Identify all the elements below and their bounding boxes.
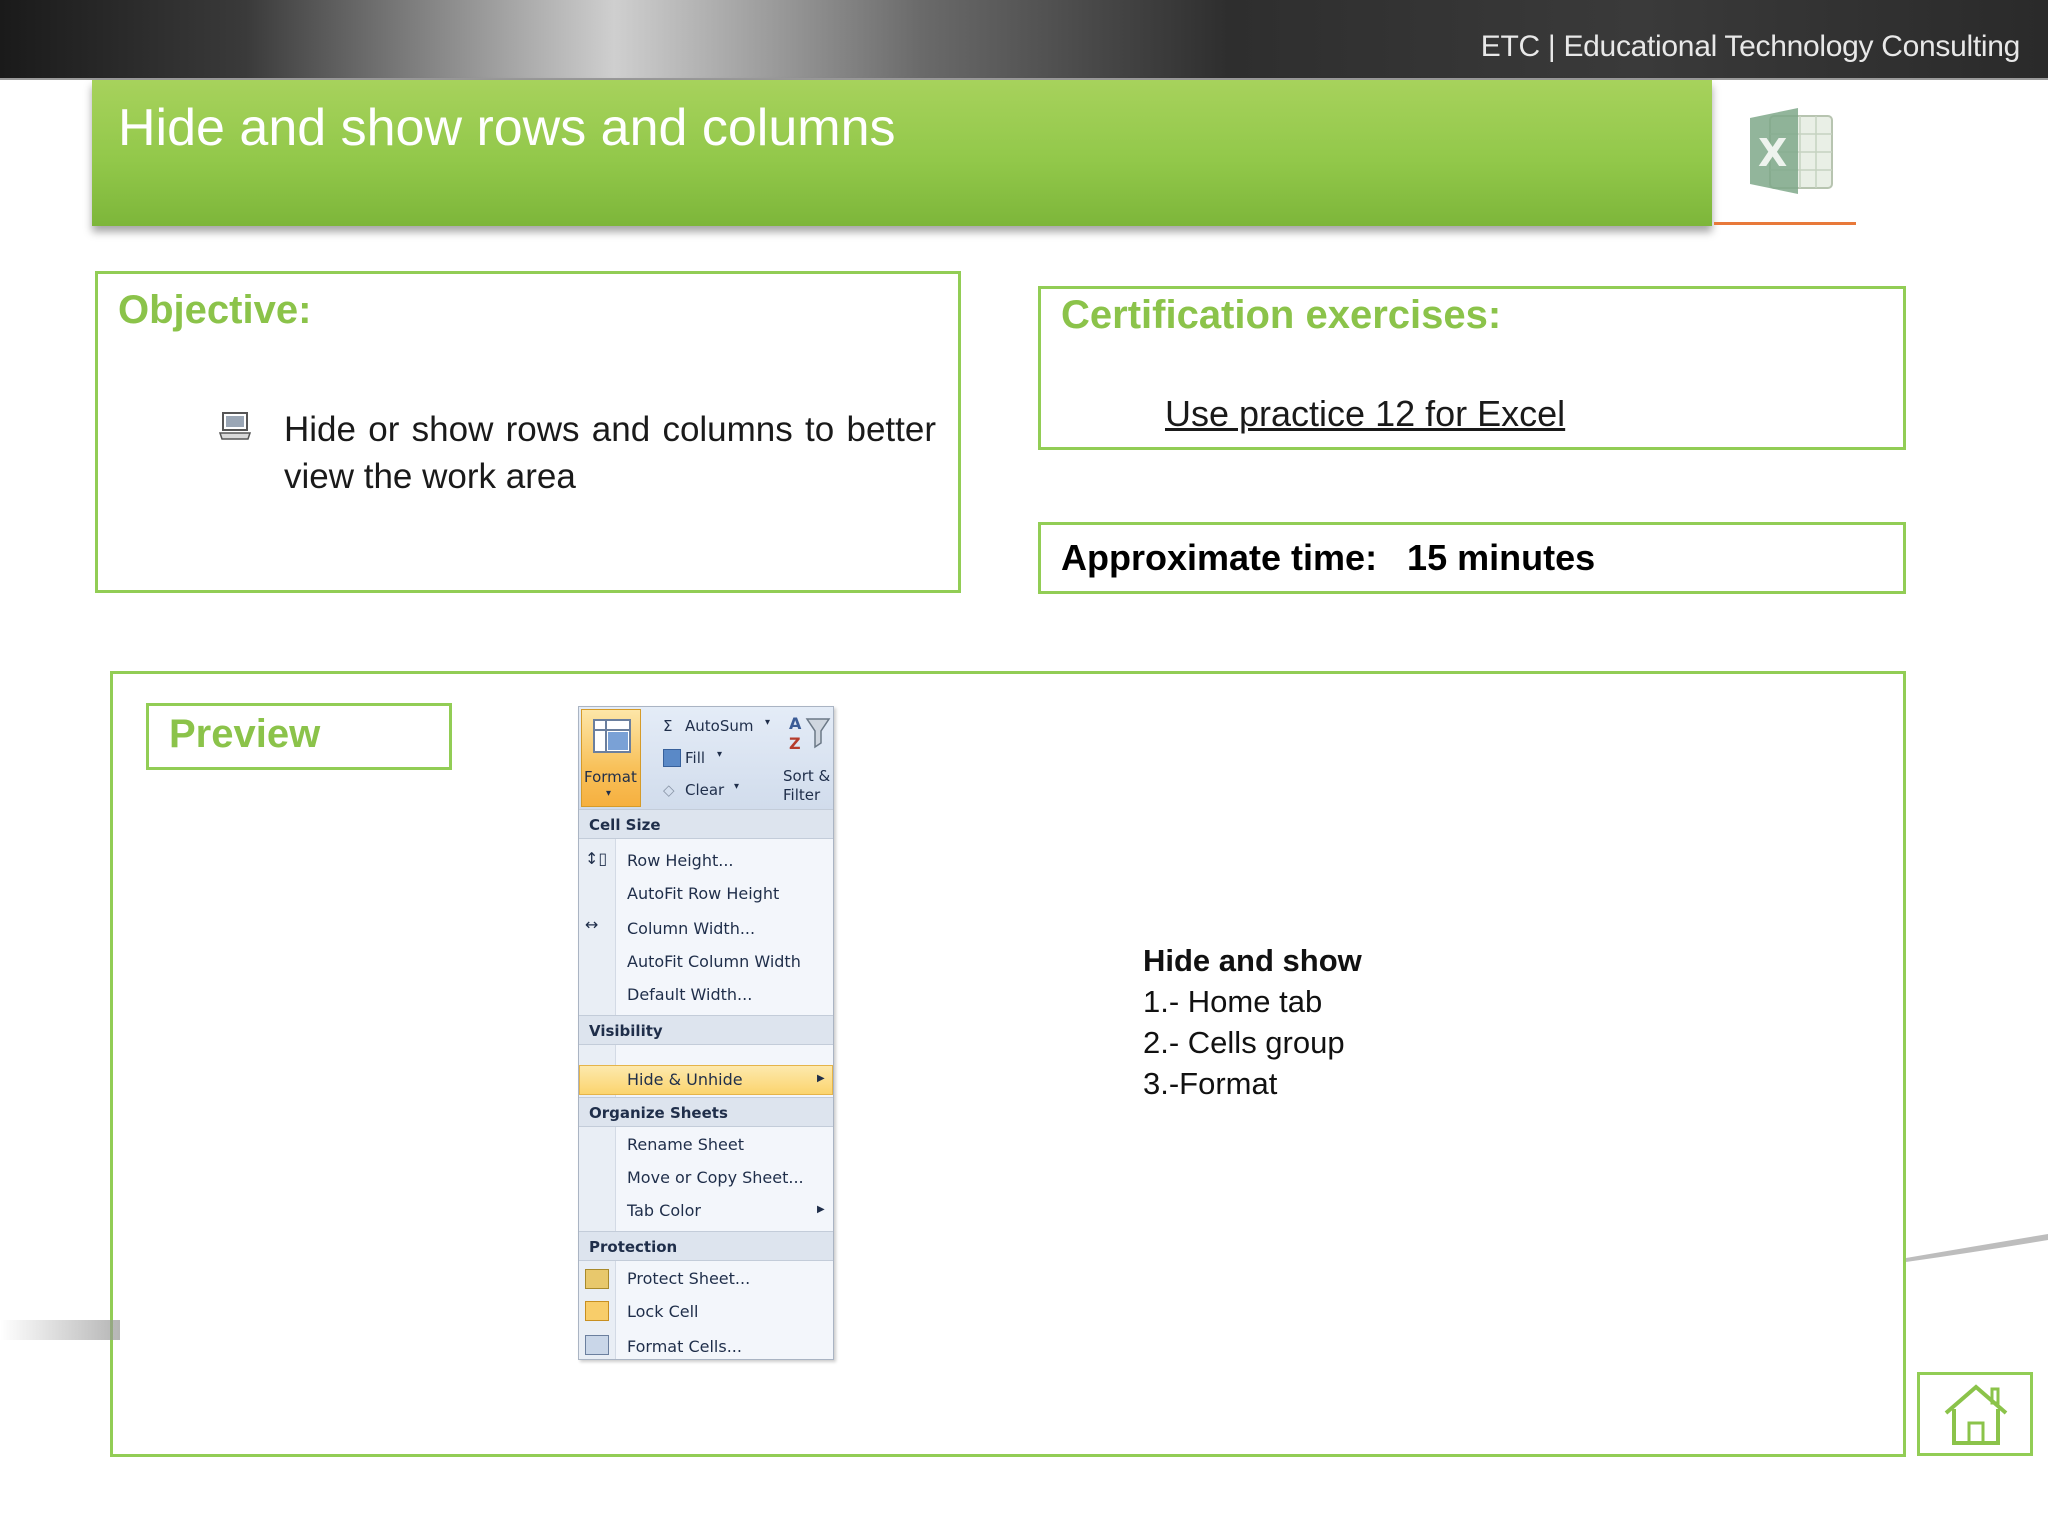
step-item: 3.-Format [1143,1066,1278,1101]
approximate-time: Approximate time: 15 minutes [1061,537,1596,578]
company-name: ETC | Educational Technology Consulting [1480,30,2021,63]
lock-icon [585,1301,609,1321]
format-grid-icon [593,719,631,753]
sort-filter-icon: A Z [789,714,831,753]
steps-list: Hide and show 1.- Home tab 2.- Cells gro… [1143,940,1362,1104]
header-bar: ETC | Educational Technology Consulting [0,0,2048,80]
menu-item-default-width[interactable]: Default Width... [627,985,752,1004]
submenu-arrow-icon: ▶ [817,1204,825,1215]
menu-item-rename-sheet[interactable]: Rename Sheet [627,1135,744,1154]
format-button: Format ▾ [581,709,641,807]
section-cell-size: Cell Size [579,809,833,839]
menu-item-hide-unhide[interactable]: Hide & Unhide [627,1070,743,1089]
ribbon-cells-group: Format ▾ Σ AutoSum ▾ Fill ▾ ◇ Clear ▾ A … [579,707,833,810]
step-item: 1.- Home tab [1143,984,1323,1019]
practice-link[interactable]: Use practice 12 for Excel [1165,393,1565,435]
certification-heading: Certification exercises: [1061,293,1502,337]
preview-label: Preview [169,712,321,756]
format-label: Format [584,768,637,786]
section-visibility: Visibility [579,1015,833,1045]
protect-sheet-icon [585,1269,609,1289]
home-button[interactable] [1917,1372,2033,1456]
preview-label-box: Preview [146,703,452,770]
menu-item-autofit-row-height[interactable]: AutoFit Row Height [627,884,779,903]
fill-icon [663,749,681,767]
row-height-icon: ↕▯ [585,849,608,868]
clear-label: Clear [685,781,725,799]
svg-text:Z: Z [789,734,801,753]
eraser-icon: ◇ [663,781,675,799]
computer-bullet-icon [218,412,252,440]
menu-item-column-width[interactable]: Column Width... [627,919,755,938]
chevron-down-icon: ▾ [765,717,771,728]
decorative-swoosh [0,1320,120,1340]
submenu-arrow-icon: ▶ [817,1073,825,1084]
section-organize-sheets: Organize Sheets [579,1097,833,1127]
preview-box: Preview Format ▾ Σ AutoSum ▾ Fill ▾ ◇ Cl… [110,671,1906,1457]
autosum-label: AutoSum [685,717,754,735]
dropdown-arrow-icon: ▾ [606,788,612,799]
home-icon [1944,1384,2008,1445]
objective-heading: Objective: [118,288,312,332]
fill-label: Fill [685,749,706,767]
menu-item-move-copy-sheet[interactable]: Move or Copy Sheet... [627,1168,804,1187]
menu-item-lock-cell[interactable]: Lock Cell [627,1302,698,1321]
menu-item-tab-color[interactable]: Tab Color [627,1201,701,1220]
menu-item-autofit-column-width[interactable]: AutoFit Column Width [627,952,801,971]
sort-label-line1: Sort & [783,767,831,785]
menu-item-protect-sheet[interactable]: Protect Sheet... [627,1269,750,1288]
steps-title: Hide and show [1143,943,1362,978]
chevron-down-icon: ▾ [734,781,740,792]
decorative-swoosh [1906,1234,2048,1262]
time-box: Approximate time: 15 minutes [1038,522,1906,594]
excel-logo-icon: X [1750,108,1833,194]
autosum-icon: Σ [663,717,673,735]
title-banner: Hide and show rows and columns [92,80,1712,226]
menu-item-row-height[interactable]: Row Height... [627,851,734,870]
objective-box: Objective: Hide or show rows and columns… [95,271,961,593]
step-item: 2.- Cells group [1143,1025,1345,1060]
format-menu-screenshot: Format ▾ Σ AutoSum ▾ Fill ▾ ◇ Clear ▾ A … [578,706,834,1360]
svg-text:X: X [1758,131,1787,175]
sort-label-line2: Filter [783,786,821,804]
format-cells-icon [585,1335,609,1355]
objective-text: Hide or show rows and columns to better … [284,410,936,496]
certification-box: Certification exercises: Use practice 12… [1038,286,1906,450]
logo-underline [1714,222,1856,225]
menu-item-format-cells[interactable]: Format Cells... [627,1337,742,1356]
column-width-icon: ↔ [585,915,599,934]
page-title: Hide and show rows and columns [118,99,896,157]
chevron-down-icon: ▾ [717,749,723,760]
section-protection: Protection [579,1231,833,1261]
svg-text:A: A [789,714,802,733]
